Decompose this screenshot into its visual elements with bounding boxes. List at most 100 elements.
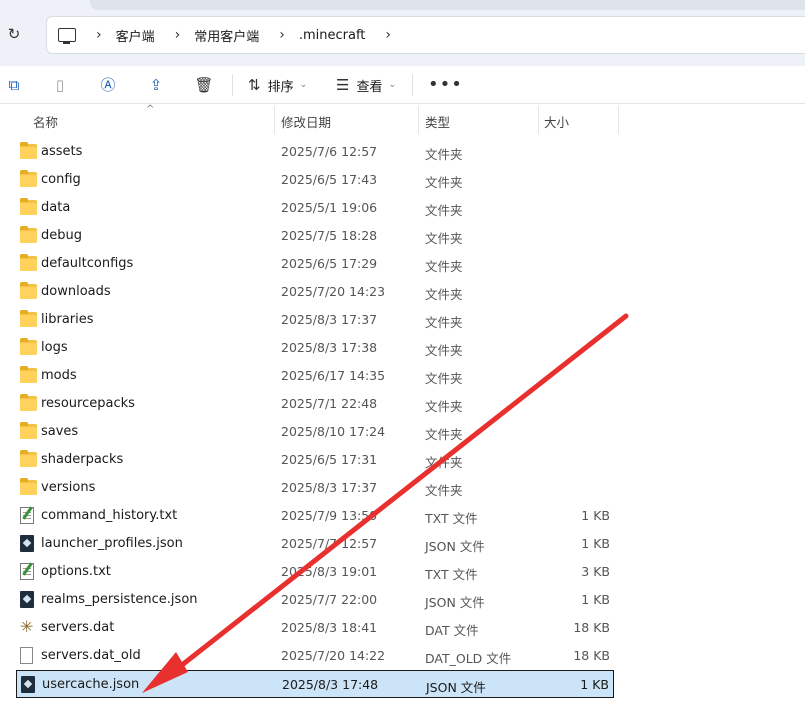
file-row[interactable]: logs 2025/8/3 17:38 文件夹 (16, 334, 614, 362)
column-header-name[interactable]: 名称 (33, 112, 58, 131)
file-type: TXT 文件 (425, 567, 478, 582)
folder-icon (20, 394, 37, 411)
dat-file-icon (20, 617, 35, 636)
file-row[interactable]: data 2025/5/1 19:06 文件夹 (16, 194, 614, 222)
file-row[interactable]: servers.dat_old 2025/7/20 14:22 DAT_OLD 文件… (16, 642, 614, 670)
file-row[interactable]: debug 2025/7/5 18:28 文件夹 (16, 222, 614, 250)
chevron-right-icon[interactable]: › (96, 27, 102, 43)
file-type: JSON 文件 (425, 539, 485, 554)
column-divider[interactable] (274, 106, 275, 134)
file-row[interactable]: downloads 2025/7/20 14:23 文件夹 (16, 278, 614, 306)
refresh-icon[interactable]: ↻ (4, 24, 24, 44)
file-row[interactable]: realms_persistence.json 2025/7/7 22:00 JSO… (16, 586, 614, 614)
file-name: defaultconfigs (41, 256, 134, 271)
file-type: 文件夹 (425, 455, 463, 470)
file-type: TXT 文件 (425, 511, 478, 526)
file-name: assets (41, 144, 83, 159)
column-divider[interactable] (618, 106, 619, 134)
file-row[interactable]: servers.dat 2025/8/3 18:41 DAT 文件 18 KB (16, 614, 614, 642)
computer-icon[interactable] (58, 28, 76, 44)
sort-button[interactable]: ⇅ 排序 ⌄ (248, 75, 307, 95)
file-date: 2025/7/1 22:48 (281, 396, 378, 411)
json-file-icon (20, 591, 34, 608)
column-divider[interactable] (418, 106, 419, 134)
file-date: 2025/7/9 13:50 (281, 508, 378, 523)
file-date: 2025/6/5 17:43 (281, 172, 378, 187)
file-type: JSON 文件 (425, 595, 485, 610)
file-date: 2025/7/20 14:22 (281, 648, 386, 663)
delete-icon[interactable]: 🗑 (194, 75, 214, 95)
column-divider[interactable] (538, 106, 539, 134)
file-row[interactable]: shaderpacks 2025/6/5 17:31 文件夹 (16, 446, 614, 474)
file-row[interactable]: mods 2025/6/17 14:35 文件夹 (16, 362, 614, 390)
file-type: 文件夹 (425, 259, 463, 274)
file-row[interactable]: defaultconfigs 2025/6/5 17:29 文件夹 (16, 250, 614, 278)
folder-icon (20, 338, 37, 355)
file-date: 2025/7/6 12:57 (281, 144, 378, 159)
file-type: 文件夹 (425, 343, 463, 358)
file-date: 2025/7/5 18:28 (281, 228, 378, 243)
file-date: 2025/6/5 17:29 (281, 256, 378, 271)
file-type: DAT_OLD 文件 (425, 651, 512, 666)
file-type: 文件夹 (425, 203, 463, 218)
file-name: resourcepacks (41, 396, 135, 411)
file-name: mods (41, 368, 77, 383)
chevron-right-icon[interactable]: › (175, 27, 181, 43)
file-type: 文件夹 (425, 427, 463, 442)
column-header-size[interactable]: 大小 (544, 112, 569, 131)
file-type: 文件夹 (425, 371, 463, 386)
file-row[interactable]: usercache.json 2025/8/3 17:48 JSON 文件 1 KB (16, 670, 614, 698)
folder-icon (20, 478, 37, 495)
file-date: 2025/8/3 17:48 (282, 677, 379, 692)
breadcrumb-item-2[interactable]: .minecraft (299, 28, 366, 43)
file-date: 2025/7/20 14:23 (281, 284, 386, 299)
breadcrumb-item-0[interactable]: 客户端 (116, 26, 155, 45)
file-name: command_history.txt (41, 508, 178, 523)
address-bar[interactable]: › 客户端 › 常用客户端 › .minecraft › (46, 16, 805, 54)
file-type: 文件夹 (425, 483, 463, 498)
file-row[interactable]: options.txt 2025/8/3 19:01 TXT 文件 3 KB (16, 558, 614, 586)
file-size: 1 KB (581, 592, 610, 607)
json-file-icon (20, 535, 34, 552)
file-size: 18 KB (573, 620, 610, 635)
view-label: 查看 (356, 79, 383, 95)
folder-icon (20, 422, 37, 439)
tab-strip-edge (90, 0, 805, 10)
file-row[interactable]: command_history.txt 2025/7/9 13:50 TXT 文件 1… (16, 502, 614, 530)
copy-icon[interactable]: ⧉ (4, 75, 24, 95)
file-type: 文件夹 (425, 287, 463, 302)
column-header-date[interactable]: 修改日期 (281, 112, 331, 131)
paste-icon[interactable]: ▯ (50, 75, 70, 95)
file-type: 文件夹 (425, 315, 463, 330)
file-row[interactable]: versions 2025/8/3 17:37 文件夹 (16, 474, 614, 502)
share-icon[interactable]: ⇪ (146, 75, 166, 95)
file-row[interactable]: assets 2025/7/6 12:57 文件夹 (16, 138, 614, 166)
file-row[interactable]: saves 2025/8/10 17:24 文件夹 (16, 418, 614, 446)
file-type: 文件夹 (425, 175, 463, 190)
file-name: launcher_profiles.json (41, 536, 183, 551)
folder-icon (20, 450, 37, 467)
file-name: realms_persistence.json (41, 592, 198, 607)
column-header-type[interactable]: 类型 (425, 112, 450, 131)
file-name: shaderpacks (41, 452, 124, 467)
file-date: 2025/5/1 19:06 (281, 200, 378, 215)
file-date: 2025/8/3 17:37 (281, 480, 378, 495)
file-row[interactable]: config 2025/6/5 17:43 文件夹 (16, 166, 614, 194)
file-name: data (41, 200, 71, 215)
column-headers: ^ 名称 修改日期 类型 大小 (0, 104, 805, 134)
more-options-icon[interactable]: ••• (428, 74, 463, 95)
folder-icon (20, 366, 37, 383)
file-name: usercache.json (42, 677, 140, 692)
view-button[interactable]: ☰ 查看 ⌄ (336, 75, 396, 95)
rename-icon[interactable]: Ⓐ (98, 75, 118, 95)
file-size: 1 KB (580, 677, 609, 692)
chevron-right-icon[interactable]: › (385, 27, 391, 43)
file-row[interactable]: libraries 2025/8/3 17:37 文件夹 (16, 306, 614, 334)
file-row[interactable]: launcher_profiles.json 2025/7/7 12:57 JSON… (16, 530, 614, 558)
file-row[interactable]: resourcepacks 2025/7/1 22:48 文件夹 (16, 390, 614, 418)
breadcrumb-item-1[interactable]: 常用客户端 (194, 26, 259, 45)
view-icon: ☰ (336, 76, 350, 94)
file-name: servers.dat (41, 620, 115, 635)
chevron-right-icon[interactable]: › (279, 27, 285, 43)
toolbar-divider (412, 74, 413, 96)
